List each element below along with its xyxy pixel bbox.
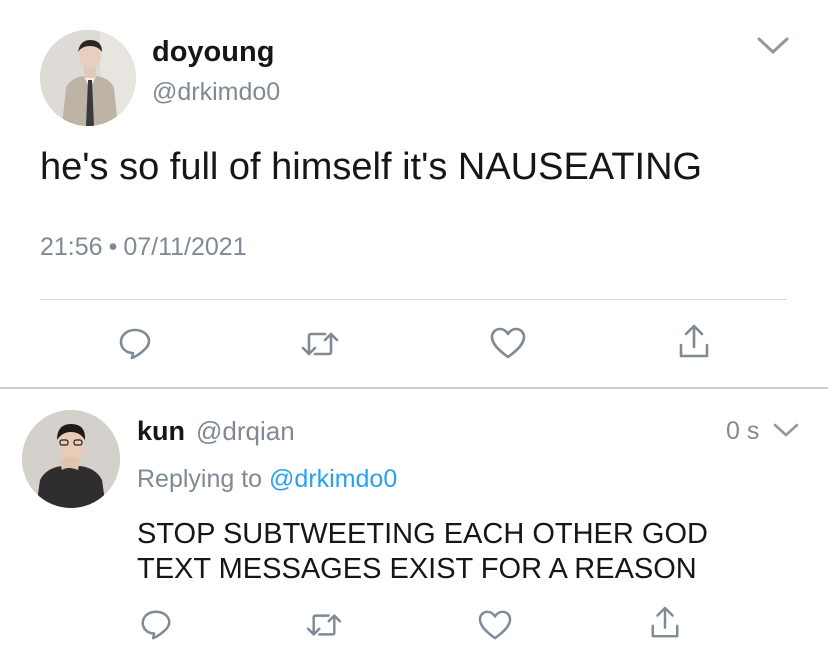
tweet-timestamp: 21:56 • 07/11/2021 [40,233,247,262]
separator-dot: • [108,233,118,261]
main-tweet: doyoung @drkimdo0 he's so full of himsel… [0,0,828,388]
reply-icon [141,610,171,640]
divider [40,299,787,300]
like-button[interactable] [476,608,514,642]
reply-icon [119,328,151,360]
retweet-icon [301,332,339,356]
share-icon [679,324,709,358]
chevron-down-icon[interactable] [772,422,800,438]
mention-link[interactable]: @drkimdo0 [269,465,397,493]
user-handle[interactable]: @drqian [196,416,295,447]
retweet-icon [306,614,342,636]
tweet-text-line: TEXT MESSAGES EXIST FOR A REASON [137,553,697,585]
relative-timestamp[interactable]: 0 s [726,417,759,446]
tweet-text-line: STOP SUBTWEETING EACH OTHER GOD [137,518,708,550]
retweet-button[interactable] [300,326,340,362]
display-name[interactable]: doyoung [152,36,274,69]
avatar[interactable] [22,410,120,508]
chevron-down-icon[interactable] [756,36,790,56]
divider [0,387,828,389]
tweet-time: 21:56 [40,233,103,261]
share-button[interactable] [676,322,712,362]
tweet-text: STOP SUBTWEETING EACH OTHER GOD TEXT MES… [137,517,708,587]
replying-prefix: Replying to [137,465,263,493]
reply-button[interactable] [138,606,174,642]
profile-photo [40,30,136,126]
replying-to: Replying to @drkimdo0 [137,465,397,494]
share-button[interactable] [648,604,682,642]
retweet-button[interactable] [304,608,344,642]
user-handle[interactable]: @drkimdo0 [152,78,280,107]
share-icon [651,606,679,638]
tweet-date: 07/11/2021 [123,233,247,261]
heart-icon [490,327,526,359]
profile-photo [22,410,120,508]
like-button[interactable] [488,325,528,361]
reply-button[interactable] [116,324,154,362]
avatar[interactable] [40,30,136,126]
display-name[interactable]: kun [137,416,185,447]
tweet-text: he's so full of himself it's NAUSEATING [40,146,703,188]
heart-icon [478,610,512,640]
